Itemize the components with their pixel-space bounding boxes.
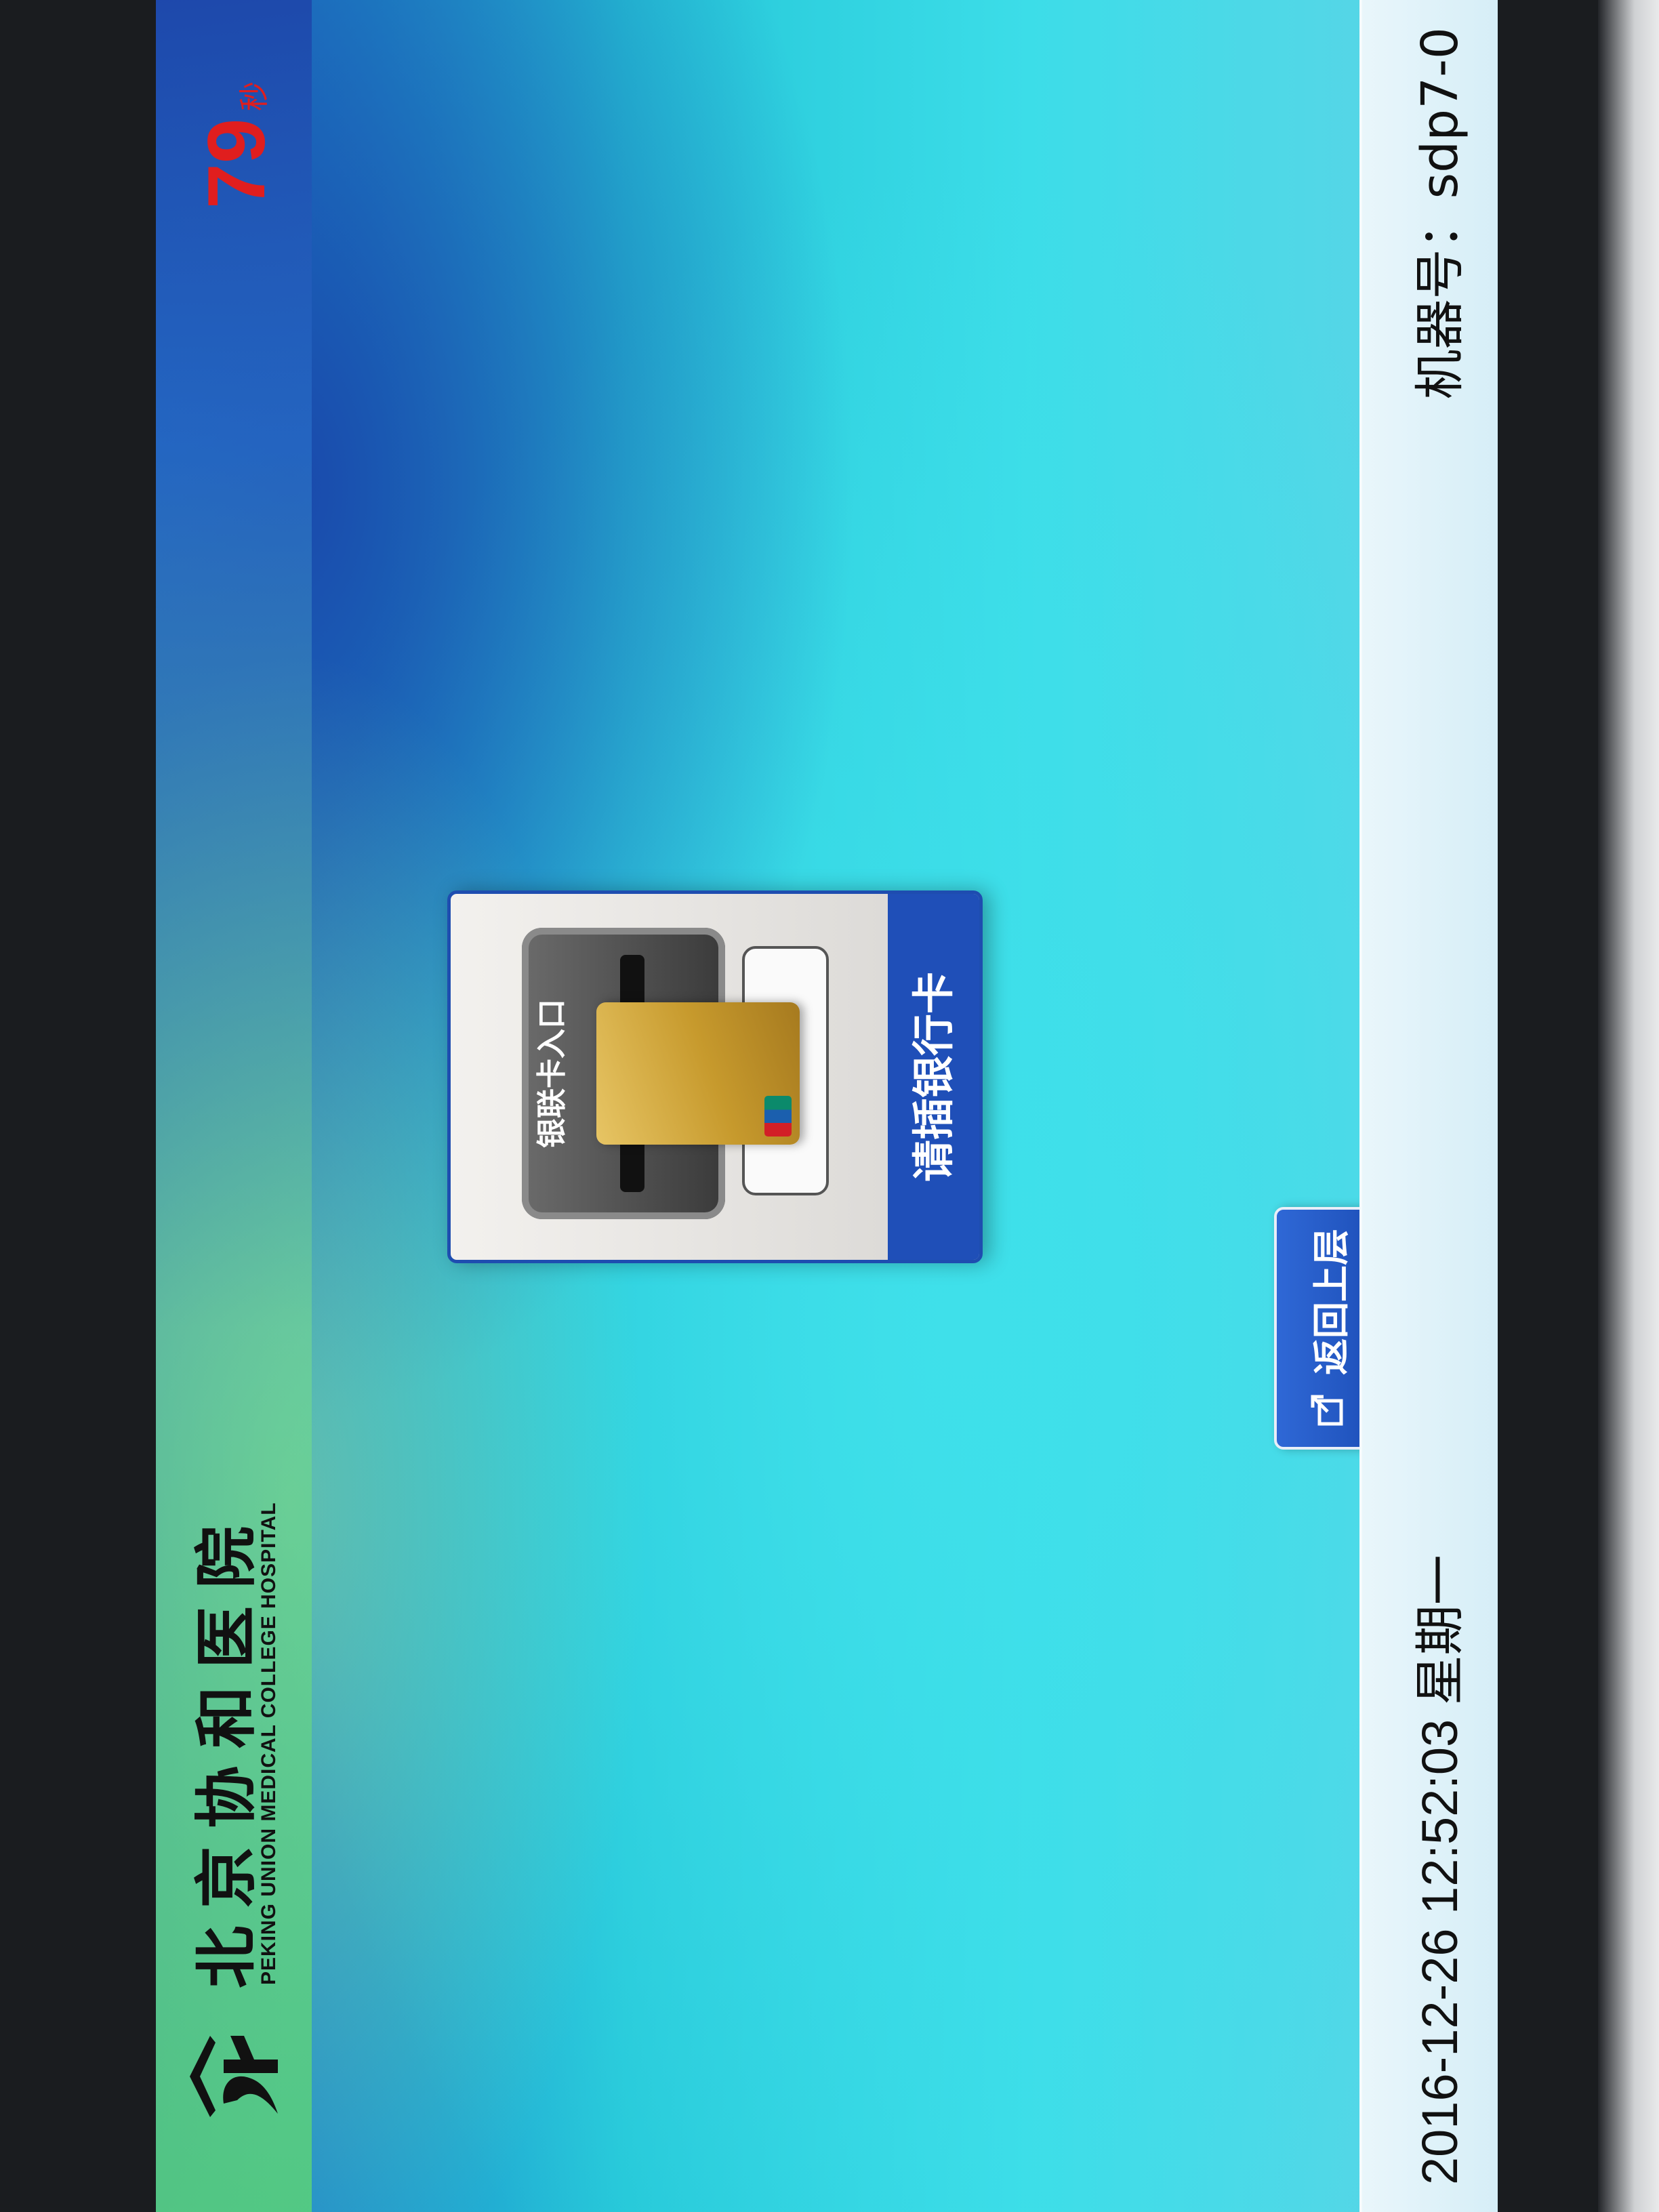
bank-card-illustration [596, 1002, 800, 1145]
card-slot-label: 银联卡入口 [535, 999, 569, 1148]
datetime-value: 2016-12-26 12:52:03 [1412, 1719, 1468, 2185]
datetime-display: 2016-12-26 12:52:03 星期一 [1399, 1555, 1472, 2185]
status-footer: 2016-12-26 12:52:03 星期一 机器号：sdp7-0 [1359, 0, 1498, 2212]
kiosk-screen: 北京协和医院 PEKING UNION MEDICAL COLLEGE HOSP… [156, 0, 1498, 2212]
kiosk-frame-edge [1598, 0, 1659, 2212]
countdown-timer: 79 秒 [190, 81, 283, 209]
machine-id-label: 机器号： [1411, 199, 1469, 400]
countdown-value: 79 [191, 118, 282, 209]
insert-card-panel: 银联卡入口 请插银行卡 [447, 890, 983, 1263]
hospital-logo-icon [190, 2036, 278, 2117]
weekday-value: 星期一 [1412, 1555, 1468, 1706]
back-button-label: 返回上层 [1309, 1229, 1353, 1375]
machine-id-display: 机器号：sdp7-0 [1399, 27, 1472, 399]
unionpay-logo-icon [764, 1096, 792, 1136]
hospital-name-cn: 北京协和医院 [190, 1508, 263, 1988]
hospital-name-en: PEKING UNION MEDICAL COLLEGE HOSPITAL [258, 1502, 280, 1985]
machine-id-value: sdp7-0 [1411, 27, 1469, 199]
header-bar: 北京协和医院 PEKING UNION MEDICAL COLLEGE HOSP… [156, 0, 312, 2212]
countdown-unit: 秒 [238, 81, 271, 111]
back-arrow-icon [1311, 1395, 1343, 1426]
insert-card-title: 请插银行卡 [888, 894, 979, 1260]
